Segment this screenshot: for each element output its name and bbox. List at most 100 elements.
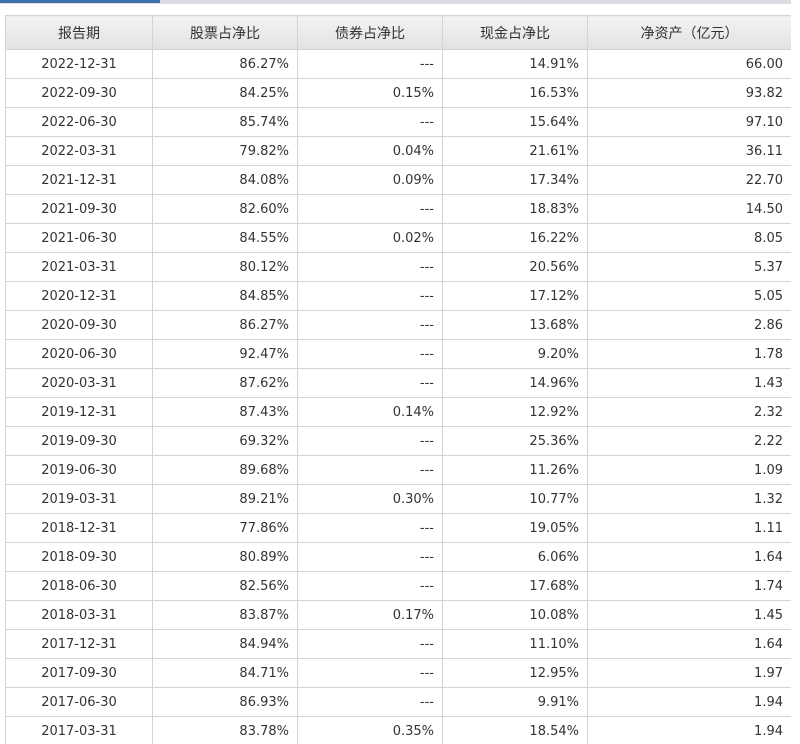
cell-stock-ratio: 84.55% <box>152 223 298 253</box>
col-header-report-date: 报告期 <box>5 15 153 50</box>
col-header-cash-ratio: 现金占净比 <box>442 15 588 50</box>
cell-report-date: 2022-09-30 <box>5 78 153 108</box>
cell-cash-ratio: 17.68% <box>442 571 588 601</box>
cell-stock-ratio: 84.08% <box>152 165 298 195</box>
left-edge <box>0 4 4 744</box>
cell-net-assets: 8.05 <box>587 223 792 253</box>
table-row: 2017-09-30 84.71% --- 12.95% 1.97 <box>5 658 792 688</box>
cell-net-assets: 1.74 <box>587 571 792 601</box>
cell-net-assets: 97.10 <box>587 107 792 137</box>
table-row: 2021-12-31 84.08% 0.09% 17.34% 22.70 <box>5 165 792 195</box>
cell-net-assets: 5.05 <box>587 281 792 311</box>
cell-net-assets: 1.09 <box>587 455 792 485</box>
cell-net-assets: 1.94 <box>587 716 792 744</box>
active-tab-indicator <box>0 0 160 3</box>
cell-report-date: 2020-12-31 <box>5 281 153 311</box>
cell-stock-ratio: 86.27% <box>152 49 298 79</box>
cell-bond-ratio: --- <box>297 571 443 601</box>
cell-cash-ratio: 14.91% <box>442 49 588 79</box>
cell-bond-ratio: 0.35% <box>297 716 443 744</box>
cell-report-date: 2018-03-31 <box>5 600 153 630</box>
cell-report-date: 2021-09-30 <box>5 194 153 224</box>
cell-cash-ratio: 16.22% <box>442 223 588 253</box>
cell-report-date: 2019-09-30 <box>5 426 153 456</box>
cell-net-assets: 2.22 <box>587 426 792 456</box>
cell-bond-ratio: --- <box>297 107 443 137</box>
table-row: 2022-03-31 79.82% 0.04% 21.61% 36.11 <box>5 136 792 166</box>
cell-report-date: 2020-09-30 <box>5 310 153 340</box>
cell-stock-ratio: 77.86% <box>152 513 298 543</box>
cell-net-assets: 1.78 <box>587 339 792 369</box>
cell-net-assets: 1.97 <box>587 658 792 688</box>
cell-net-assets: 1.64 <box>587 542 792 572</box>
cell-bond-ratio: 0.30% <box>297 484 443 514</box>
table-row: 2018-12-31 77.86% --- 19.05% 1.11 <box>5 513 792 543</box>
table-row: 2021-09-30 82.60% --- 18.83% 14.50 <box>5 194 792 224</box>
cell-cash-ratio: 10.77% <box>442 484 588 514</box>
cell-cash-ratio: 18.83% <box>442 194 588 224</box>
cell-stock-ratio: 84.85% <box>152 281 298 311</box>
table-row: 2020-09-30 86.27% --- 13.68% 2.86 <box>5 310 792 340</box>
cell-cash-ratio: 16.53% <box>442 78 588 108</box>
cell-bond-ratio: 0.17% <box>297 600 443 630</box>
cell-net-assets: 2.32 <box>587 397 792 427</box>
cell-cash-ratio: 10.08% <box>442 600 588 630</box>
cell-report-date: 2018-06-30 <box>5 571 153 601</box>
cell-bond-ratio: --- <box>297 368 443 398</box>
top-tab-strip <box>0 0 800 4</box>
cell-bond-ratio: --- <box>297 310 443 340</box>
table-row: 2021-06-30 84.55% 0.02% 16.22% 8.05 <box>5 223 792 253</box>
cell-bond-ratio: --- <box>297 252 443 282</box>
table-row: 2022-06-30 85.74% --- 15.64% 97.10 <box>5 107 792 137</box>
cell-bond-ratio: --- <box>297 49 443 79</box>
cell-report-date: 2021-12-31 <box>5 165 153 195</box>
cell-stock-ratio: 86.27% <box>152 310 298 340</box>
table-row: 2019-03-31 89.21% 0.30% 10.77% 1.32 <box>5 484 792 514</box>
cell-stock-ratio: 84.25% <box>152 78 298 108</box>
cell-bond-ratio: --- <box>297 426 443 456</box>
cell-bond-ratio: --- <box>297 658 443 688</box>
cell-stock-ratio: 84.71% <box>152 658 298 688</box>
cell-bond-ratio: 0.04% <box>297 136 443 166</box>
cell-report-date: 2020-06-30 <box>5 339 153 369</box>
cell-stock-ratio: 86.93% <box>152 687 298 717</box>
cell-cash-ratio: 9.20% <box>442 339 588 369</box>
cell-cash-ratio: 17.12% <box>442 281 588 311</box>
cell-bond-ratio: 0.14% <box>297 397 443 427</box>
table-body: 2022-12-31 86.27% --- 14.91% 66.00 2022-09-30… <box>5 49 792 744</box>
table-row: 2017-03-31 83.78% 0.35% 18.54% 1.94 <box>5 716 792 744</box>
cell-bond-ratio: 0.15% <box>297 78 443 108</box>
cell-report-date: 2018-12-31 <box>5 513 153 543</box>
table-row: 2022-12-31 86.27% --- 14.91% 66.00 <box>5 49 792 79</box>
cell-cash-ratio: 11.10% <box>442 629 588 659</box>
cell-bond-ratio: 0.09% <box>297 165 443 195</box>
table-row: 2022-09-30 84.25% 0.15% 16.53% 93.82 <box>5 78 792 108</box>
table-row: 2018-06-30 82.56% --- 17.68% 1.74 <box>5 571 792 601</box>
cell-cash-ratio: 20.56% <box>442 252 588 282</box>
cell-net-assets: 2.86 <box>587 310 792 340</box>
cell-stock-ratio: 80.12% <box>152 252 298 282</box>
cell-net-assets: 66.00 <box>587 49 792 79</box>
cell-bond-ratio: --- <box>297 542 443 572</box>
cell-bond-ratio: 0.02% <box>297 223 443 253</box>
page-frame: 报告期 股票占净比 债券占净比 现金占净比 净资产（亿元） 2022-12-31… <box>0 0 800 744</box>
cell-net-assets: 1.11 <box>587 513 792 543</box>
cell-bond-ratio: --- <box>297 455 443 485</box>
cell-stock-ratio: 87.43% <box>152 397 298 427</box>
cell-cash-ratio: 12.95% <box>442 658 588 688</box>
cell-bond-ratio: --- <box>297 687 443 717</box>
table-row: 2018-03-31 83.87% 0.17% 10.08% 1.45 <box>5 600 792 630</box>
cell-cash-ratio: 12.92% <box>442 397 588 427</box>
cell-stock-ratio: 87.62% <box>152 368 298 398</box>
cell-cash-ratio: 17.34% <box>442 165 588 195</box>
cell-cash-ratio: 18.54% <box>442 716 588 744</box>
cell-net-assets: 1.45 <box>587 600 792 630</box>
cell-stock-ratio: 89.68% <box>152 455 298 485</box>
cell-report-date: 2019-12-31 <box>5 397 153 427</box>
cell-stock-ratio: 69.32% <box>152 426 298 456</box>
col-header-bond-ratio: 债券占净比 <box>297 15 443 50</box>
cell-bond-ratio: --- <box>297 339 443 369</box>
cell-cash-ratio: 25.36% <box>442 426 588 456</box>
table-row: 2017-06-30 86.93% --- 9.91% 1.94 <box>5 687 792 717</box>
table-row: 2019-12-31 87.43% 0.14% 12.92% 2.32 <box>5 397 792 427</box>
